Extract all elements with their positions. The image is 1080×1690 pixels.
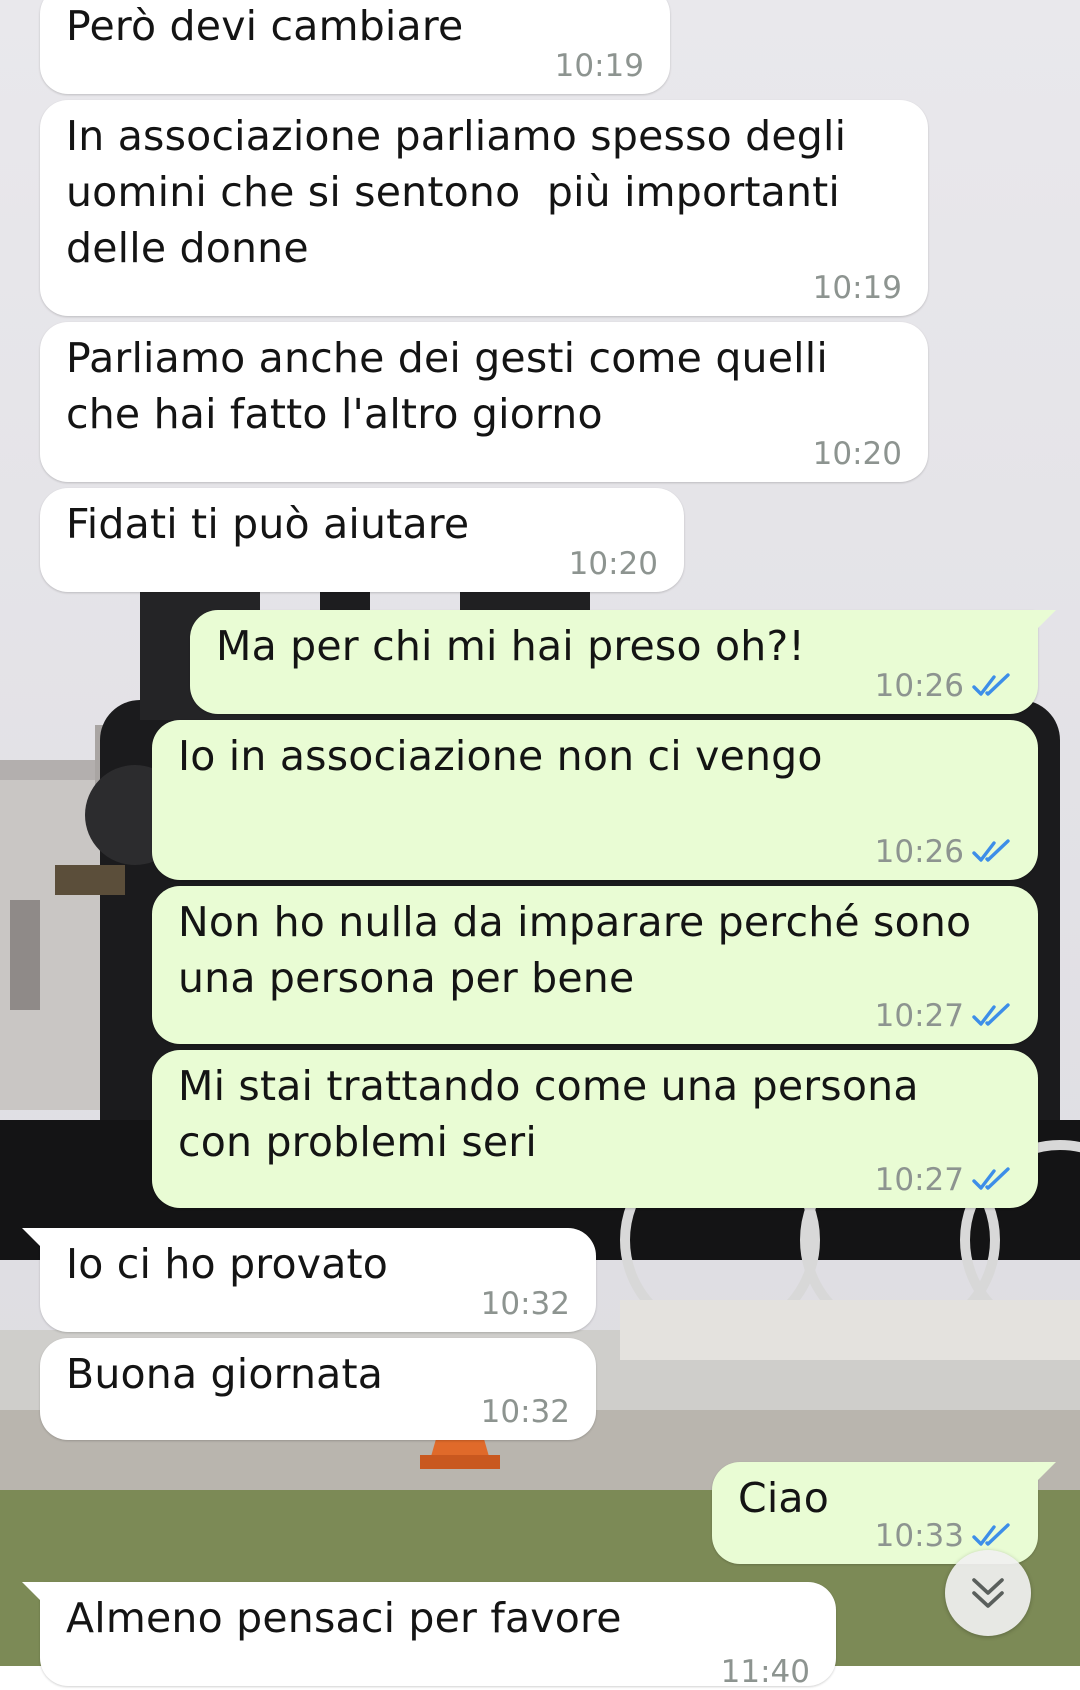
message-time: 10:19 xyxy=(554,48,644,84)
message-time: 10:27 xyxy=(874,998,964,1034)
bubble-tail xyxy=(22,1228,48,1254)
message-text: Ma per chi mi hai preso oh?! xyxy=(216,622,806,670)
message-text: Io ci ho provato xyxy=(66,1240,389,1288)
message-text: Però devi cambiare xyxy=(66,2,464,50)
message-meta: 10:27 xyxy=(875,998,1012,1034)
scroll-to-bottom-button[interactable] xyxy=(945,1550,1031,1636)
message-meta: 10:33 xyxy=(875,1518,1012,1554)
message-text: In associazione parliamo spesso degli uo… xyxy=(66,112,847,272)
double-chevron-down-icon xyxy=(972,1578,1004,1608)
message-meta: 10:32 xyxy=(481,1286,570,1322)
outgoing-message[interactable]: Ma per chi mi hai preso oh?! 10:26 xyxy=(190,610,1056,714)
message-text: Ciao xyxy=(738,1474,830,1522)
message-time: 10:26 xyxy=(874,834,964,870)
message-time: 10:32 xyxy=(480,1394,570,1430)
message-meta: 10:27 xyxy=(875,1162,1012,1198)
incoming-message[interactable]: Fidati ti può aiutare 10:20 xyxy=(40,488,684,592)
message-time: 10:20 xyxy=(568,546,658,582)
outgoing-message[interactable]: Ciao 10:33 xyxy=(712,1462,1056,1564)
message-text: Buona giornata xyxy=(66,1350,384,1398)
message-time: 10:19 xyxy=(812,270,902,306)
message-meta: 10:20 xyxy=(813,436,902,472)
message-meta: 10:26 xyxy=(875,834,1012,870)
read-ticks-icon xyxy=(972,673,1010,696)
message-text: Fidati ti può aiutare xyxy=(66,500,470,548)
message-meta: 10:32 xyxy=(481,1394,570,1430)
incoming-message[interactable]: Parliamo anche dei gesti come quelli che… xyxy=(40,322,928,482)
message-time: 10:27 xyxy=(874,1162,964,1198)
message-text: Non ho nulla da imparare perché sono una… xyxy=(178,898,972,1002)
incoming-message[interactable]: In associazione parliamo spesso degli uo… xyxy=(40,100,928,316)
message-meta: 10:26 xyxy=(875,668,1012,704)
read-ticks-icon xyxy=(972,1523,1010,1546)
outgoing-message[interactable]: Non ho nulla da imparare perché sono una… xyxy=(152,886,1038,1044)
message-time: 10:26 xyxy=(874,668,964,704)
incoming-message[interactable]: Io ci ho provato 10:32 xyxy=(22,1228,596,1332)
outgoing-message[interactable]: Io in associazione non ci vengo 10:26 xyxy=(152,720,1038,880)
read-ticks-icon xyxy=(972,839,1010,862)
bubble-tail xyxy=(22,1582,48,1608)
message-text: Parliamo anche dei gesti come quelli che… xyxy=(66,334,828,438)
message-text: Mi stai trattando come una persona con p… xyxy=(178,1062,919,1166)
incoming-message[interactable]: Però devi cambiare 10:19 xyxy=(40,0,670,94)
message-meta: 10:20 xyxy=(569,546,658,582)
message-meta: 10:19 xyxy=(813,270,902,306)
read-ticks-icon xyxy=(972,1003,1010,1026)
bubble-tail xyxy=(1030,610,1056,636)
message-meta: 11:40 xyxy=(721,1654,810,1690)
chat-message-list[interactable]: Però devi cambiare 10:19 In associazione… xyxy=(0,0,1080,1690)
read-ticks-icon xyxy=(972,1167,1010,1190)
message-text: Almeno pensaci per favore xyxy=(66,1594,622,1642)
message-time: 11:40 xyxy=(720,1654,810,1690)
incoming-message[interactable]: Buona giornata 10:32 xyxy=(40,1338,596,1440)
message-time: 10:20 xyxy=(812,436,902,472)
outgoing-message[interactable]: Mi stai trattando come una persona con p… xyxy=(152,1050,1038,1208)
message-time: 10:32 xyxy=(480,1286,570,1322)
bubble-tail xyxy=(1030,1462,1056,1488)
incoming-message[interactable]: Almeno pensaci per favore 11:40 xyxy=(22,1582,836,1690)
message-text: Io in associazione non ci vengo xyxy=(178,732,823,780)
message-meta: 10:19 xyxy=(555,48,644,84)
message-time: 10:33 xyxy=(874,1518,964,1554)
